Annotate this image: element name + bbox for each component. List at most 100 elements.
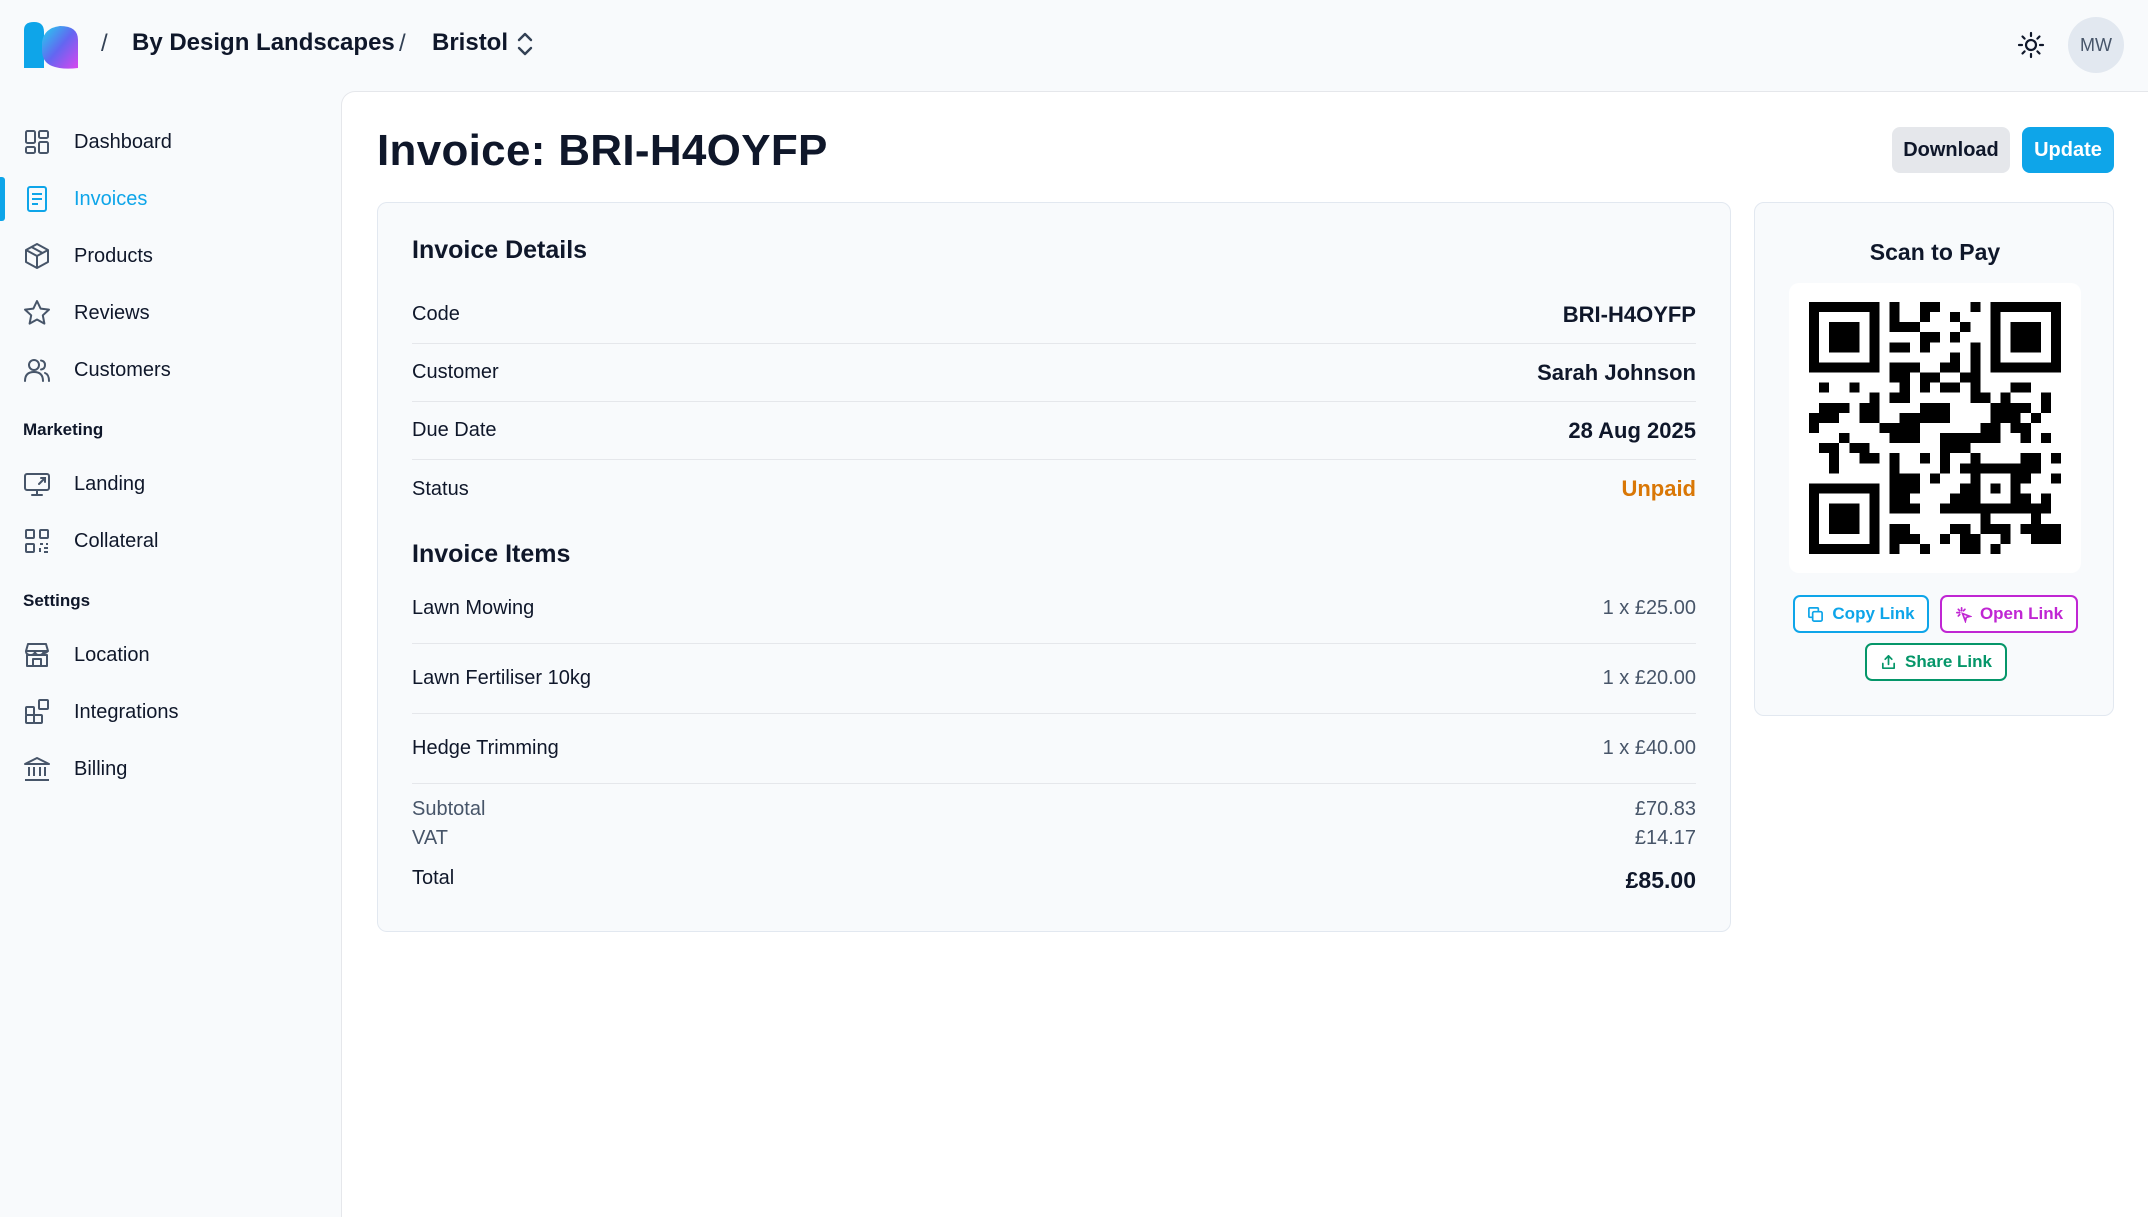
qr-module	[1849, 503, 1860, 514]
qr-module	[2020, 402, 2031, 413]
qr-module	[1980, 513, 1991, 524]
qr-module	[1899, 362, 1910, 373]
download-button[interactable]: Download	[1892, 127, 2010, 173]
store-icon	[25, 643, 49, 667]
sidebar-item-landing[interactable]: Landing	[0, 456, 340, 512]
qr-module	[1990, 433, 2001, 444]
copy-link-label: Copy Link	[1832, 604, 1915, 623]
chevron-up-down-icon[interactable]	[514, 30, 536, 58]
breadcrumb-org[interactable]: By Design Landscapes	[132, 29, 395, 57]
qr-module	[1960, 503, 1971, 514]
qr-module	[1899, 422, 1910, 434]
qr-module	[1889, 533, 1900, 544]
qr-module	[1909, 503, 1920, 514]
qr-module	[1940, 503, 1951, 514]
qr-module	[1889, 543, 1900, 554]
box-icon	[25, 243, 49, 269]
qr-module	[2030, 523, 2041, 534]
qr-module	[1940, 433, 1951, 444]
qr-module	[2030, 533, 2041, 544]
qr-module	[1869, 483, 1880, 494]
qr-module	[1869, 392, 1880, 403]
open-link-button[interactable]: Open Link	[1940, 595, 2078, 633]
qr-module	[1859, 412, 1870, 423]
sidebar-item-invoices[interactable]: Invoices	[0, 171, 340, 227]
update-button[interactable]: Update	[2022, 127, 2114, 173]
detail-row-due-date: Due Date 28 Aug 2025	[412, 402, 1696, 460]
sidebar-item-billing[interactable]: Billing	[0, 741, 340, 797]
qr-module	[1950, 433, 1961, 444]
qr-module	[1829, 342, 1840, 353]
qr-module	[1889, 463, 1900, 474]
qr-module	[1919, 342, 1930, 353]
qr-module	[1980, 503, 1991, 514]
qr-module	[2050, 352, 2061, 363]
qr-module	[1919, 402, 1930, 413]
qr-module	[1940, 362, 1951, 373]
qr-module	[1990, 352, 2001, 363]
qr-module	[1909, 433, 1920, 444]
qr-module	[1819, 483, 1830, 494]
qr-module	[1869, 503, 1880, 514]
copy-icon	[1808, 606, 1824, 622]
sidebar-item-label: Integrations	[74, 700, 179, 723]
sidebar-item-integrations[interactable]: Integrations	[0, 684, 340, 740]
qr-module	[2010, 302, 2021, 313]
qr-module	[1869, 332, 1880, 343]
qr-module	[1849, 302, 1860, 313]
qr-module	[1819, 302, 1830, 313]
copy-link-button[interactable]: Copy Link	[1793, 595, 1929, 633]
qr-module	[1809, 302, 1820, 313]
qr-module	[2000, 392, 2011, 403]
qr-module	[1970, 503, 1981, 514]
qr-module	[1919, 382, 1930, 393]
qr-module	[1839, 332, 1850, 343]
qr-module	[1849, 362, 1860, 373]
sidebar: Dashboard Invoices Products Reviews Cust…	[0, 90, 340, 1217]
qr-module	[2000, 523, 2011, 534]
sidebar-item-customers[interactable]: Customers	[0, 342, 340, 398]
qr-module	[2050, 332, 2061, 343]
qr-module	[1859, 402, 1870, 413]
invoice-icon	[27, 186, 47, 212]
sidebar-item-dashboard[interactable]: Dashboard	[0, 114, 340, 170]
detail-label: Due Date	[412, 419, 497, 441]
qr-module	[1960, 443, 1971, 454]
item-quantity: 1 x £40.00	[1602, 737, 1696, 759]
share-link-button[interactable]: Share Link	[1865, 643, 2007, 681]
qr-module	[2020, 523, 2031, 534]
qr-module	[1899, 503, 1910, 514]
qr-module	[2040, 362, 2051, 373]
breadcrumb-separator: /	[101, 30, 108, 57]
qr-module	[1970, 352, 1981, 363]
qr-module	[1829, 513, 1840, 524]
sidebar-item-reviews[interactable]: Reviews	[0, 285, 340, 341]
qr-module	[1859, 443, 1870, 454]
qr-module	[1849, 523, 1860, 534]
sidebar-item-location[interactable]: Location	[0, 627, 340, 683]
top-bar: / By Design Landscapes / Bristol MW	[0, 0, 2148, 90]
qr-module	[1960, 372, 1971, 383]
avatar[interactable]: MW	[2068, 17, 2124, 73]
sidebar-item-collateral[interactable]: Collateral	[0, 513, 340, 569]
qr-module	[1839, 342, 1850, 353]
total-row: Total £85.00	[412, 867, 1696, 894]
qr-module	[1869, 523, 1880, 534]
sun-icon[interactable]	[2017, 31, 2045, 59]
vat-row: VAT £14.17	[412, 827, 1696, 850]
qr-module	[2050, 342, 2061, 353]
qr-module	[1889, 302, 1900, 313]
sidebar-item-label: Reviews	[74, 301, 150, 324]
qr-module	[2020, 473, 2031, 484]
qr-module	[2040, 503, 2051, 514]
qr-module	[1869, 312, 1880, 323]
breadcrumb-location[interactable]: Bristol	[432, 29, 508, 57]
sidebar-item-products[interactable]: Products	[0, 228, 340, 284]
list-item: Hedge Trimming 1 x £40.00	[412, 714, 1696, 784]
qr-module	[2030, 503, 2041, 514]
app-logo[interactable]	[22, 20, 80, 70]
qr-module	[2000, 302, 2011, 313]
qr-module	[1980, 422, 1991, 434]
qr-module	[1980, 433, 1991, 444]
qr-module	[1940, 533, 1951, 544]
